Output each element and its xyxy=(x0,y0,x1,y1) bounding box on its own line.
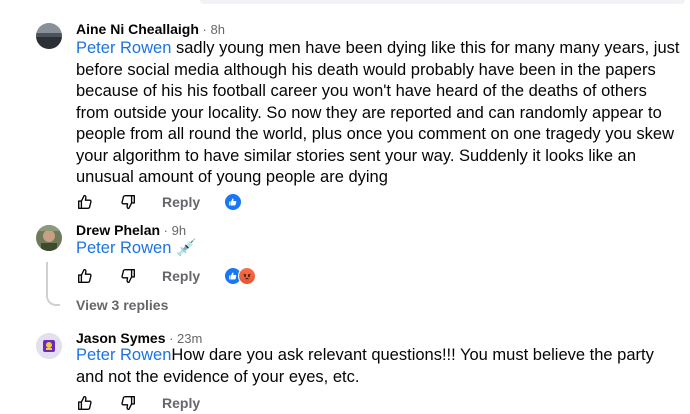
comment-text: Peter Rowen sadly young men have been dy… xyxy=(76,38,682,189)
comment-time[interactable]: · 9h xyxy=(160,223,186,238)
mention-link[interactable]: Peter Rowen xyxy=(76,239,171,257)
comment-time[interactable]: · 23m xyxy=(166,331,202,346)
comment-text: Peter Rowen 💉 xyxy=(76,238,682,260)
comment-body: 💉 xyxy=(171,239,197,257)
avatar[interactable] xyxy=(36,225,62,251)
previous-comment-edge xyxy=(0,0,690,4)
author-name[interactable]: Aine Ni Cheallaigh xyxy=(76,21,199,37)
thumbs-up-icon[interactable] xyxy=(76,267,94,285)
comment-time[interactable]: · 8h xyxy=(199,22,225,37)
reply-button[interactable]: Reply xyxy=(162,268,200,284)
comment-header: Aine Ni Cheallaigh · 8h xyxy=(76,21,225,38)
thumbs-down-icon[interactable] xyxy=(119,193,137,211)
angry-reaction-icon[interactable] xyxy=(238,267,257,285)
comment-actions: Reply xyxy=(76,392,200,414)
comment-body: sadly young men have been dying like thi… xyxy=(76,39,680,186)
author-name[interactable]: Jason Symes xyxy=(76,330,166,346)
comment-text: Peter RowenHow dare you ask relevant que… xyxy=(76,345,682,388)
author-name[interactable]: Drew Phelan xyxy=(76,222,160,238)
thumbs-down-icon[interactable] xyxy=(119,267,137,285)
mention-link[interactable]: Peter Rowen xyxy=(76,39,171,57)
reply-button[interactable]: Reply xyxy=(162,194,200,210)
comment-actions: Reply xyxy=(76,265,257,287)
like-reaction-icon[interactable] xyxy=(224,193,243,211)
avatar[interactable] xyxy=(36,333,62,359)
thread-connector xyxy=(46,262,60,306)
mention-link[interactable]: Peter Rowen xyxy=(76,346,171,364)
reply-button[interactable]: Reply xyxy=(162,395,200,411)
view-replies-link[interactable]: View 3 replies xyxy=(76,297,168,313)
thumbs-down-icon[interactable] xyxy=(119,394,137,412)
comment-actions: Reply xyxy=(76,191,243,213)
avatar[interactable] xyxy=(36,23,62,49)
thumbs-up-icon[interactable] xyxy=(76,193,94,211)
thumbs-up-icon[interactable] xyxy=(76,394,94,412)
comment-header: Drew Phelan · 9h xyxy=(76,222,186,239)
